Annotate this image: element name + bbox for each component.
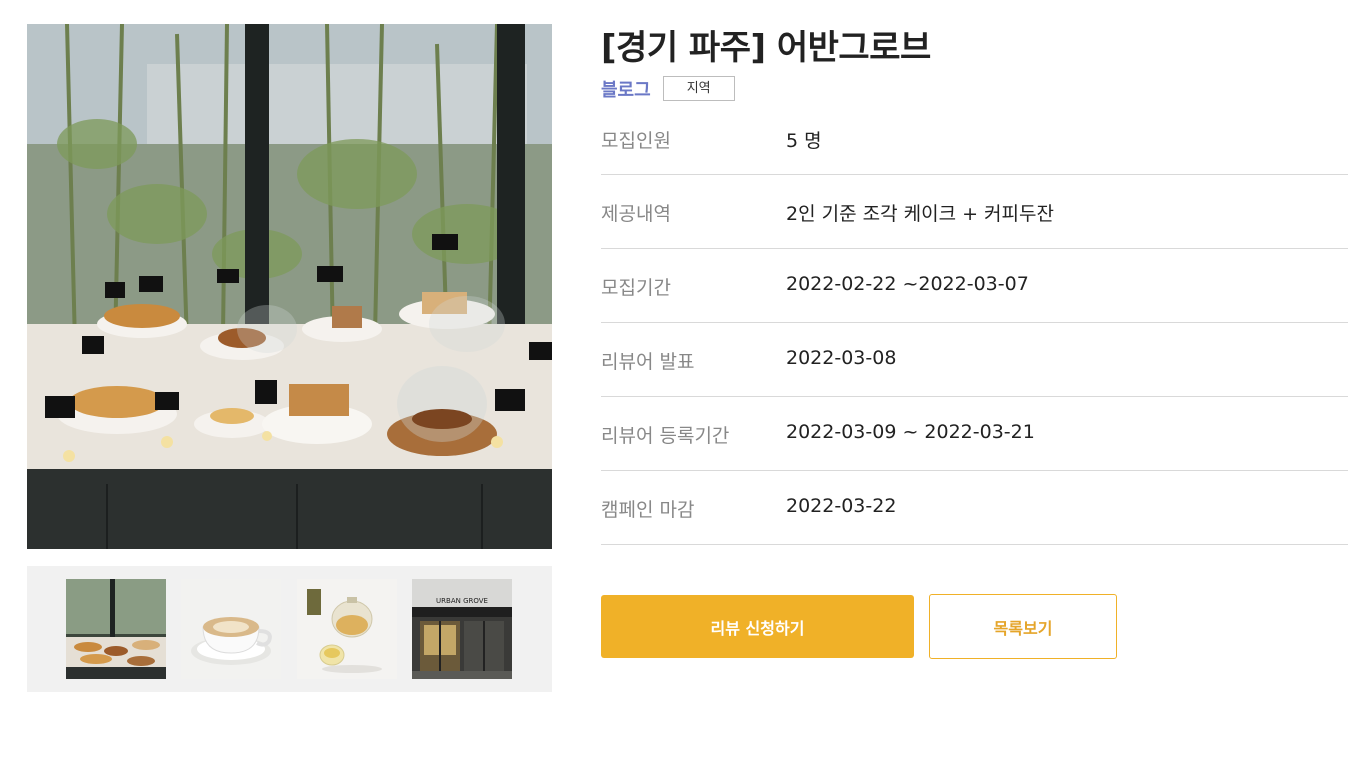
info-label: 리뷰어 등록기간: [601, 425, 730, 447]
info-value: 2인 기준 조각 케이크 + 커피두잔: [786, 203, 1054, 225]
campaign-title: [경기 파주] 어반그로브: [601, 28, 931, 68]
apply-review-button[interactable]: 리뷰 신청하기: [601, 595, 914, 658]
pastry-display-photo: [27, 24, 552, 549]
info-row-campaign-close: 캠페인 마감 2022-03-22: [601, 471, 1348, 545]
info-row-review-period: 리뷰어 등록기간 2022-03-09 ~ 2022-03-21: [601, 397, 1348, 471]
view-list-button[interactable]: 목록보기: [929, 594, 1117, 659]
thumbnail-1[interactable]: [66, 579, 166, 679]
info-row-recruit-count: 모집인원 5 명: [601, 102, 1348, 175]
info-row-recruit-period: 모집기간 2022-02-22 ~2022-03-07: [601, 249, 1348, 323]
storefront-thumb: URBAN GROVE: [412, 579, 512, 679]
info-value: 5 명: [786, 130, 822, 152]
info-row-provided: 제공내역 2인 기준 조각 케이크 + 커피두잔: [601, 175, 1348, 249]
info-row-announcement: 리뷰어 발표 2022-03-08: [601, 323, 1348, 397]
tea-pot-thumb: [297, 579, 397, 679]
info-value: 2022-03-22: [786, 495, 897, 517]
storefront-sign: URBAN GROVE: [436, 597, 488, 605]
info-label: 모집인원: [601, 130, 671, 152]
thumbnail-4[interactable]: URBAN GROVE: [412, 579, 512, 679]
info-label: 캠페인 마감: [601, 499, 695, 521]
info-value: 2022-02-22 ~2022-03-07: [786, 273, 1029, 295]
campaign-info-table: 모집인원 5 명 제공내역 2인 기준 조각 케이크 + 커피두잔 모집기간 2…: [601, 102, 1348, 545]
info-label: 리뷰어 발표: [601, 351, 695, 373]
info-value: 2022-03-09 ~ 2022-03-21: [786, 421, 1035, 443]
main-photo: [27, 24, 552, 549]
info-label: 모집기간: [601, 277, 671, 299]
campaign-detail-page: URBAN GROVE [경기 파주] 어반그로브 블로그 지역 모집인원 5 …: [0, 0, 1348, 760]
info-label: 제공내역: [601, 203, 671, 225]
thumbnail-2[interactable]: [181, 579, 281, 679]
thumbnail-3[interactable]: [297, 579, 397, 679]
type-tag: 지역: [662, 76, 735, 101]
channel-tag: 블로그: [601, 79, 651, 101]
info-value: 2022-03-08: [786, 347, 897, 369]
pastry-display-thumb: [66, 579, 166, 679]
cappuccino-thumb: [181, 579, 281, 679]
campaign-tags: 블로그 지역: [601, 76, 735, 101]
thumbnail-strip: URBAN GROVE: [27, 566, 552, 692]
